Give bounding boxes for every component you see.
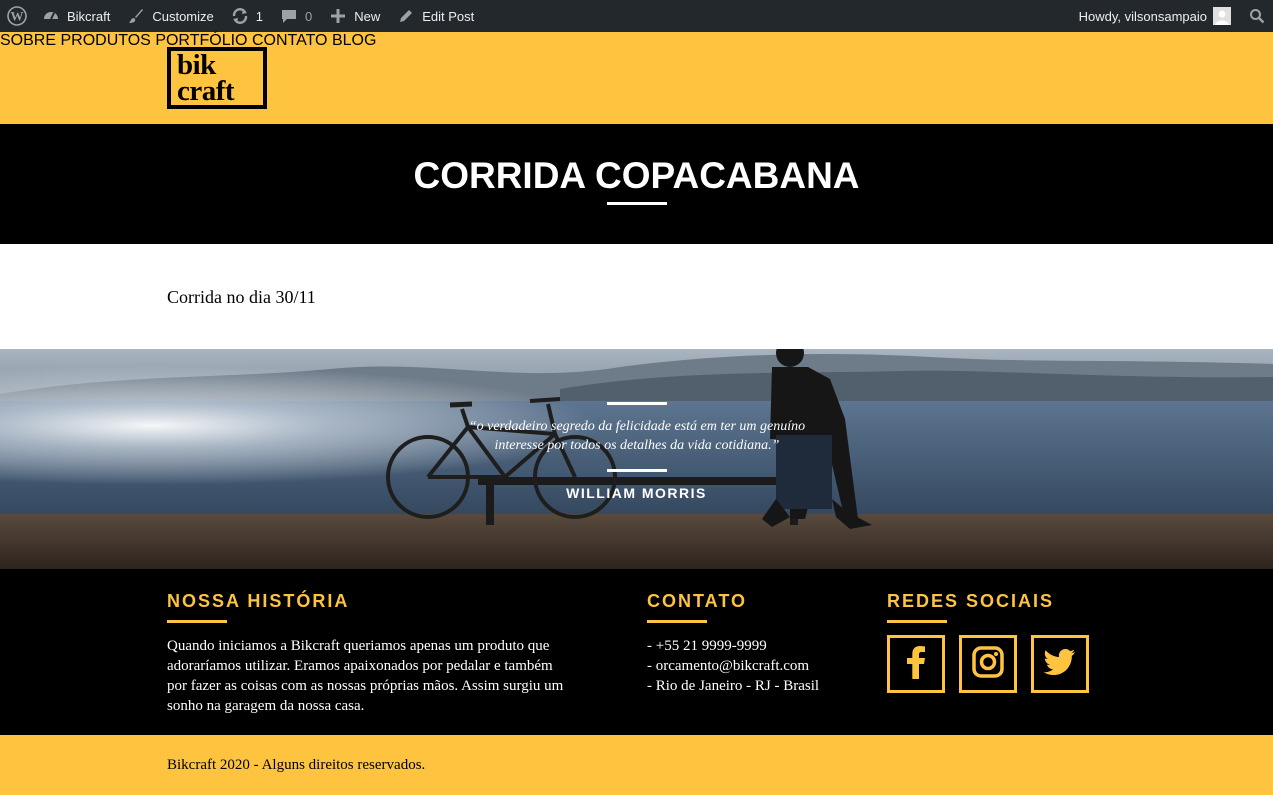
site-name-label: Bikcraft — [67, 8, 111, 24]
edit-post-label: Edit Post — [422, 8, 475, 24]
svg-text:W: W — [11, 9, 24, 24]
new-label: New — [354, 8, 381, 24]
facebook-link[interactable] — [887, 635, 945, 693]
customize-label: Customize — [152, 8, 214, 24]
page-title: CORRIDA COPACABANA — [413, 155, 860, 196]
site-logo[interactable]: bik craft — [167, 47, 267, 109]
nav-link-produtos[interactable]: PRODUTOS — [60, 32, 150, 49]
site-footer: NOSSA HISTÓRIA Quando iniciamos a Bikcra… — [0, 569, 1273, 735]
instagram-icon — [972, 645, 1004, 683]
search-icon[interactable] — [1241, 0, 1273, 32]
history-line: sonho na garagem da nossa casa. — [167, 698, 365, 714]
twitter-icon — [1043, 648, 1076, 681]
logo-line-2: craft — [177, 75, 235, 107]
updates-menu[interactable]: 1 — [222, 0, 271, 32]
comment-icon — [279, 6, 299, 26]
comments-menu[interactable]: 0 — [271, 0, 320, 32]
banner-photo — [0, 349, 1273, 569]
updates-icon — [230, 6, 250, 26]
wordpress-icon: W — [7, 6, 27, 26]
social-underline — [887, 620, 947, 623]
contact-list: - +55 21 9999-9999 - orcamento@bikcraft.… — [647, 636, 867, 696]
history-line: Quando iniciamos a Bikcraft queriamos ap… — [167, 638, 550, 654]
site-header: bik craft SOBRE PRODUTOS PORTFÓLIO CONTA… — [0, 32, 1273, 124]
nav-link-sobre[interactable]: SOBRE — [0, 32, 56, 49]
quote-text: “o verdadeiro segredo da felicidade está… — [437, 417, 837, 455]
dashboard-icon — [41, 6, 61, 26]
contact-underline — [647, 620, 707, 623]
title-underline — [607, 202, 667, 205]
page-title-band: CORRIDA COPACABANA — [0, 124, 1273, 244]
quote-bottom-bar — [607, 469, 667, 472]
quote-banner: “o verdadeiro segredo da felicidade está… — [0, 349, 1273, 569]
contact-phone: - +55 21 9999-9999 — [647, 638, 767, 654]
customize-menu[interactable]: Customize — [118, 0, 221, 32]
wordpress-logo-menu[interactable]: W — [0, 0, 33, 32]
new-content-menu[interactable]: New — [320, 0, 388, 32]
nav-link-blog[interactable]: BLOG — [332, 32, 376, 49]
instagram-link[interactable] — [959, 635, 1017, 693]
history-text: Quando iniciamos a Bikcraft queriamos ap… — [167, 636, 597, 716]
contact-email[interactable]: - orcamento@bikcraft.com — [647, 656, 867, 676]
history-line: por fazer as coisas com as nossas própri… — [167, 678, 564, 694]
howdy-label: Howdy, vilsonsampaio — [1078, 8, 1207, 24]
quote-line-2: interesse por todos os detalhes da vida … — [494, 438, 780, 453]
site-name-menu[interactable]: Bikcraft — [33, 0, 118, 32]
facebook-icon — [904, 645, 928, 684]
history-line: adoraríamos utilizar. Eramos apaixonados… — [167, 658, 553, 674]
avatar — [1213, 7, 1231, 25]
brush-icon — [126, 6, 146, 26]
contact-address: - Rio de Janeiro - RJ - Brasil — [647, 678, 820, 694]
edit-post-menu[interactable]: Edit Post — [388, 0, 482, 32]
copyright-bar: Bikcraft 2020 - Alguns direitos reservad… — [0, 735, 1273, 795]
history-title: NOSSA HISTÓRIA — [167, 591, 350, 611]
social-title: REDES SOCIAIS — [887, 591, 1055, 611]
contact-title: CONTATO — [647, 591, 747, 611]
post-content: Corrida no dia 30/11 — [167, 287, 316, 307]
pencil-icon — [396, 6, 416, 26]
updates-count: 1 — [255, 8, 263, 24]
comments-count: 0 — [305, 8, 313, 24]
wp-admin-bar: W Bikcraft Customize 1 0 New Edit Post H… — [0, 0, 1273, 32]
quote-author: WILLIAM MORRIS — [566, 485, 707, 501]
quote-top-bar — [607, 402, 667, 405]
account-menu[interactable]: Howdy, vilsonsampaio — [1071, 0, 1241, 32]
copyright-text: Bikcraft 2020 - Alguns direitos reservad… — [167, 757, 426, 773]
quote-line-1: “o verdadeiro segredo da felicidade está… — [468, 419, 806, 434]
twitter-link[interactable] — [1031, 635, 1089, 693]
history-underline — [167, 620, 227, 623]
plus-icon — [328, 6, 348, 26]
